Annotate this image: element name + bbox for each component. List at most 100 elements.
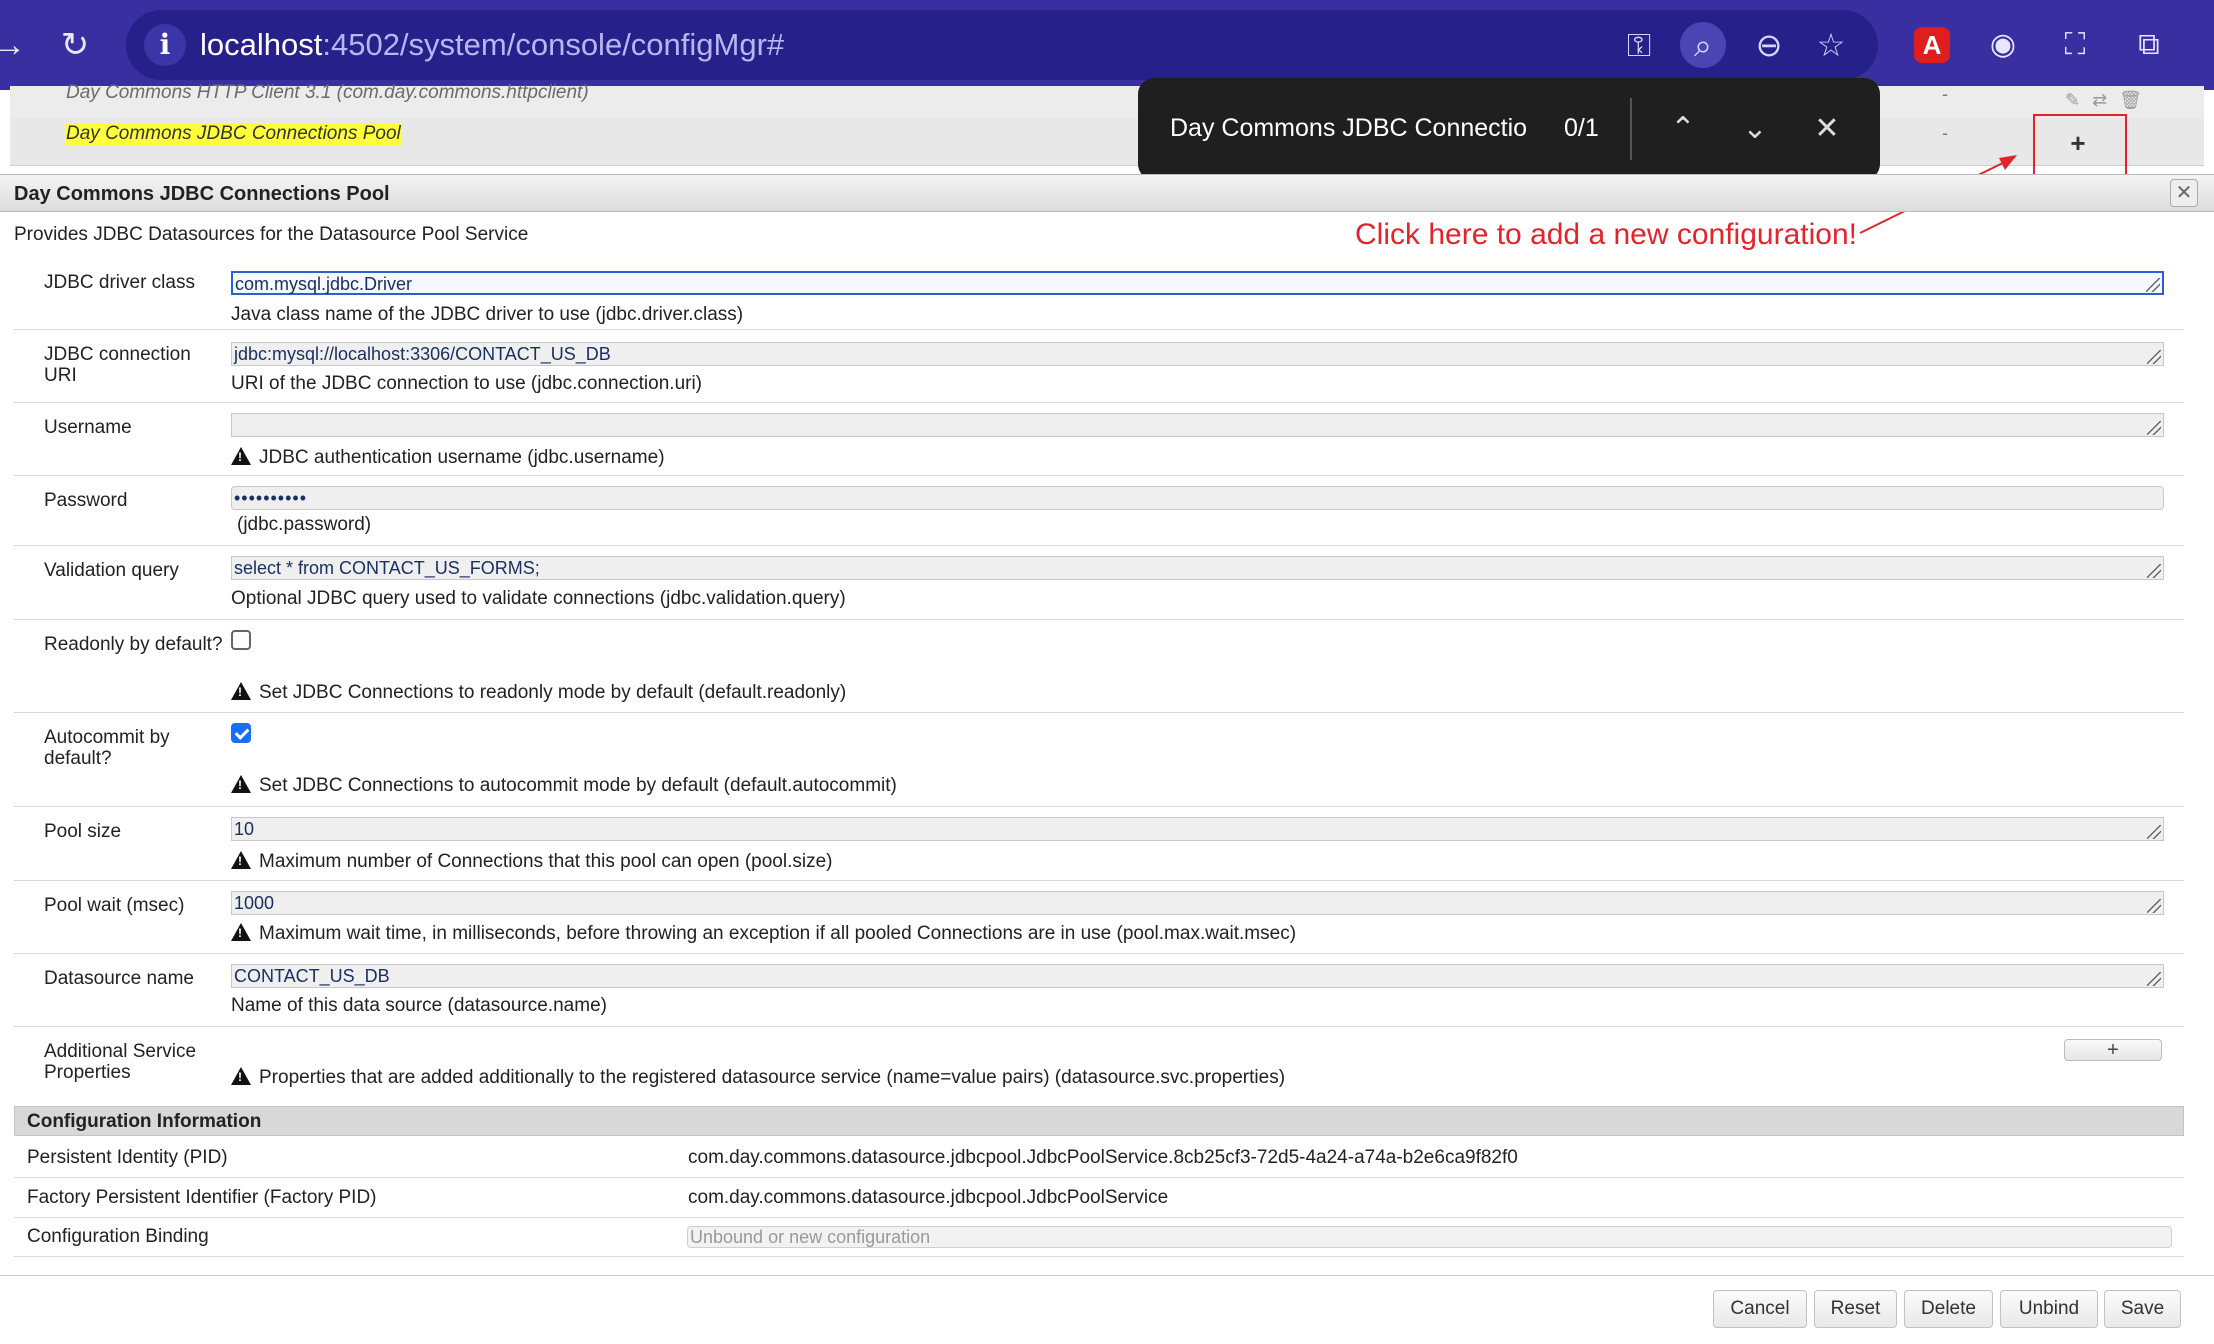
- field-label: Pool wait (msec): [44, 895, 185, 916]
- binding-field: Unbound or new configuration: [687, 1226, 2172, 1248]
- field-row-autocommit: Autocommit by default? Set JDBC Connecti…: [14, 713, 2184, 807]
- field-help: Maximum wait time, in milliseconds, befo…: [231, 921, 1296, 945]
- pool-wait-input[interactable]: 1000: [231, 891, 2164, 915]
- site-info-icon[interactable]: i: [144, 24, 186, 66]
- dialog-title: Day Commons JDBC Connections Pool: [14, 183, 390, 205]
- field-help: Name of this data source (datasource.nam…: [231, 995, 607, 1016]
- factory-pid-label: Factory Persistent Identifier (Factory P…: [27, 1187, 377, 1208]
- save-button[interactable]: Save: [2104, 1290, 2181, 1328]
- pid-label: Persistent Identity (PID): [27, 1147, 228, 1168]
- jdbc-driver-input[interactable]: com.mysql.jdbc.Driver: [231, 271, 2164, 295]
- field-help: URI of the JDBC connection to use (jdbc.…: [231, 373, 703, 394]
- field-row-readonly: Readonly by default? Set JDBC Connection…: [14, 620, 2184, 713]
- reload-icon[interactable]: ↻: [52, 22, 98, 68]
- chevron-down-icon[interactable]: ⌄: [1732, 106, 1778, 152]
- resize-handle-icon[interactable]: [2147, 350, 2161, 364]
- validation-query-input[interactable]: select * from CONTACT_US_FORMS;: [231, 556, 2164, 580]
- find-bar: Day Commons JDBC Connectio 0/1 ⌃ ⌄ ✕: [1138, 78, 1880, 180]
- extensions-puzzle-icon[interactable]: ⧉: [2126, 22, 2172, 68]
- bookmark-star-icon[interactable]: ☆: [1808, 22, 1854, 68]
- field-label: Password: [44, 490, 128, 511]
- find-separator: [1630, 98, 1632, 160]
- field-label: Datasource name: [44, 968, 194, 989]
- row-actions: ✎⇄🗑: [2065, 90, 2155, 110]
- find-count: 0/1: [1564, 114, 1599, 142]
- cancel-button[interactable]: Cancel: [1713, 1290, 1807, 1328]
- pid-value: com.day.commons.datasource.jdbcpool.Jdbc…: [688, 1147, 1518, 1168]
- config-info-row-factory: Factory Persistent Identifier (Factory P…: [14, 1178, 2184, 1218]
- annotation-text: Click here to add a new configuration!: [1355, 218, 1857, 251]
- config-form: JDBC driver class com.mysql.jdbc.Driver …: [14, 258, 2184, 1097]
- field-help: Properties that are added additionally t…: [231, 1065, 1285, 1089]
- field-label: Pool size: [44, 821, 122, 842]
- field-row-datasource: Datasource name CONTACT_US_DB Name of th…: [14, 954, 2184, 1027]
- resize-handle-icon[interactable]: [2147, 825, 2161, 839]
- chevron-up-icon[interactable]: ⌃: [1660, 106, 1706, 152]
- resize-handle-icon[interactable]: [2147, 421, 2161, 435]
- url-text[interactable]: localhost:4502/system/console/configMgr#: [200, 24, 784, 66]
- acrobat-extension-icon[interactable]: A: [1914, 27, 1950, 63]
- url-host: localhost: [200, 27, 323, 62]
- component-status: -: [1942, 123, 1948, 143]
- password-key-icon[interactable]: ⚿: [1616, 22, 1662, 68]
- field-row-pool-size: Pool size 10 Maximum number of Connectio…: [14, 807, 2184, 881]
- field-row-additional: Additional Service Properties + Properti…: [14, 1027, 2184, 1097]
- autocommit-checkbox[interactable]: [231, 723, 251, 743]
- component-status: -: [1942, 84, 1948, 104]
- unbind-button[interactable]: Unbind: [2000, 1290, 2098, 1328]
- binding-label: Configuration Binding: [27, 1226, 209, 1247]
- warning-icon: [231, 923, 251, 941]
- warning-icon: [231, 775, 251, 793]
- field-help: Maximum number of Connections that this …: [231, 849, 832, 873]
- screenshot-extension-icon[interactable]: ⛶: [2052, 22, 2098, 68]
- config-info-heading: Configuration Information: [14, 1106, 2184, 1136]
- config-info-row-binding: Configuration Binding Unbound or new con…: [14, 1217, 2184, 1257]
- datasource-name-input[interactable]: CONTACT_US_DB: [231, 964, 2164, 988]
- highlight-box: [2033, 114, 2127, 182]
- readonly-checkbox[interactable]: [231, 630, 251, 650]
- url-path: :4502/system/console/configMgr#: [322, 27, 785, 62]
- field-row-pool-wait: Pool wait (msec) 1000 Maximum wait time,…: [14, 881, 2184, 954]
- forward-arrow-icon[interactable]: →: [0, 22, 32, 68]
- resize-handle-icon[interactable]: [2147, 899, 2161, 913]
- add-property-button[interactable]: +: [2064, 1039, 2162, 1061]
- field-label: JDBC driver class: [44, 272, 195, 293]
- delete-button[interactable]: Delete: [1904, 1290, 1993, 1328]
- warning-icon: [231, 1067, 251, 1085]
- field-help: Set JDBC Connections to readonly mode by…: [231, 680, 846, 704]
- resize-handle-icon[interactable]: [2146, 278, 2160, 292]
- field-row-username: Username JDBC authentication username (j…: [14, 403, 2184, 476]
- field-help: Optional JDBC query used to validate con…: [231, 588, 846, 609]
- zoom-icon[interactable]: ⊖: [1746, 22, 1792, 68]
- password-input[interactable]: ••••••••••: [231, 486, 2164, 510]
- warning-icon: [231, 682, 251, 700]
- field-help: JDBC authentication username (jdbc.usern…: [231, 445, 665, 469]
- find-input[interactable]: Day Commons JDBC Connectio: [1170, 114, 1527, 143]
- component-name: Day Commons JDBC Connections Pool: [66, 123, 401, 145]
- warning-icon: [231, 447, 251, 465]
- field-label: Validation query: [44, 560, 179, 581]
- resize-handle-icon[interactable]: [2147, 564, 2161, 578]
- config-info-row-pid: Persistent Identity (PID) com.day.common…: [14, 1138, 2184, 1178]
- pool-size-input[interactable]: 10: [231, 817, 2164, 841]
- address-bar[interactable]: i localhost:4502/system/console/configMg…: [126, 10, 1878, 80]
- field-label: Readonly by default?: [44, 634, 223, 655]
- field-label: Additional Service Properties: [44, 1041, 197, 1083]
- field-label: Autocommit by default?: [44, 727, 170, 769]
- browser-toolbar: → ↻ i localhost:4502/system/console/conf…: [0, 0, 2214, 90]
- resize-handle-icon[interactable]: [2147, 972, 2161, 986]
- field-help: Set JDBC Connections to autocommit mode …: [231, 773, 897, 797]
- username-input[interactable]: [231, 413, 2164, 437]
- dialog-titlebar: Day Commons JDBC Connections Pool ✕: [0, 174, 2214, 212]
- dialog-close-icon[interactable]: ✕: [2170, 179, 2198, 207]
- json-extension-icon[interactable]: ◉: [1980, 22, 2026, 68]
- field-label: JDBC connection URI: [44, 344, 191, 386]
- close-icon[interactable]: ✕: [1804, 106, 1850, 152]
- field-row-password: Password •••••••••• (jdbc.password): [14, 476, 2184, 546]
- field-help: Java class name of the JDBC driver to us…: [231, 304, 744, 325]
- page-search-icon[interactable]: ⌕: [1680, 22, 1726, 68]
- field-row-driver: JDBC driver class com.mysql.jdbc.Driver …: [14, 258, 2184, 330]
- jdbc-uri-input[interactable]: jdbc:mysql://localhost:3306/CONTACT_US_D…: [231, 342, 2164, 366]
- field-help: (jdbc.password): [237, 514, 372, 535]
- reset-button[interactable]: Reset: [1814, 1290, 1897, 1328]
